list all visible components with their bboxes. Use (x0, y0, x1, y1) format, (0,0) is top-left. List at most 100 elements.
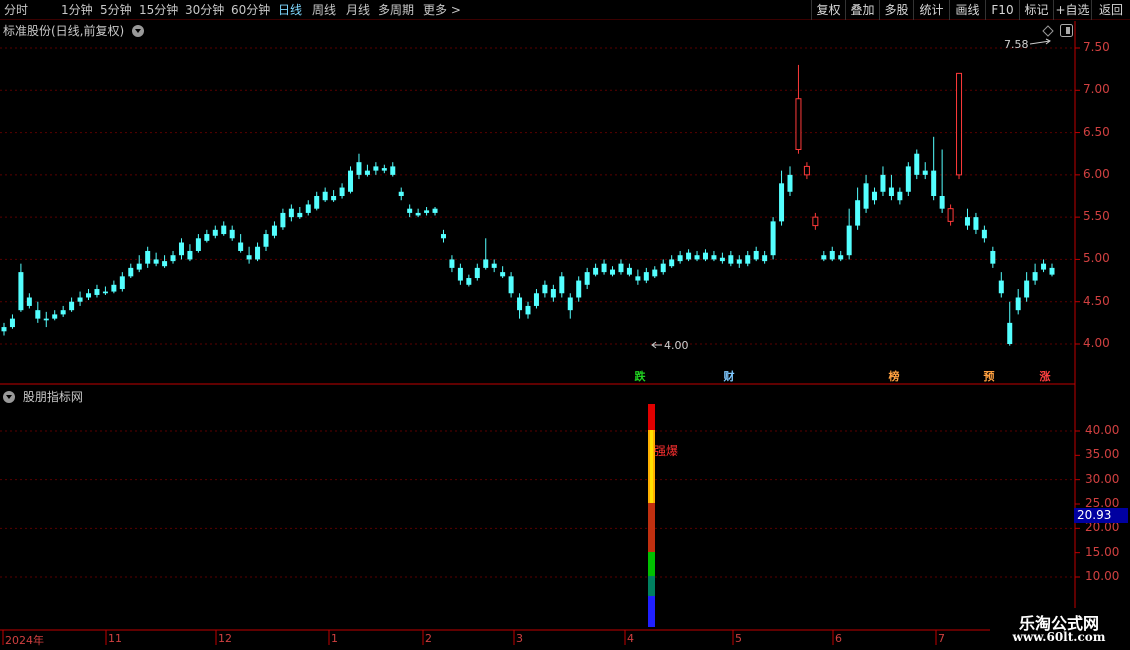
indicator-bar-segment (648, 552, 655, 576)
candle-body (998, 280, 1004, 294)
date-tick-label: 7 (938, 632, 945, 645)
candle-body (1007, 322, 1013, 344)
event-marker-finance[interactable]: 财 (722, 370, 736, 384)
candle-body (153, 259, 159, 264)
date-tick-label: 2024年 (5, 634, 44, 647)
candle-body (931, 170, 937, 196)
candle-body (694, 255, 700, 260)
candle-body (432, 208, 438, 213)
main-y-tick-label: 6.00 (1083, 166, 1110, 181)
indicator-bar-label: 强爆 (654, 444, 679, 458)
candle-body (398, 191, 404, 196)
candle-body (795, 98, 802, 150)
candle-body (1015, 297, 1021, 311)
candle-body (914, 153, 920, 175)
candle-body (111, 284, 117, 292)
date-tick-label: 2 (425, 632, 432, 645)
chevron-down-icon[interactable] (132, 25, 145, 37)
candle-body (212, 229, 218, 236)
candle-body (187, 250, 193, 260)
main-panel-title[interactable]: 标准股份(日线,前复权) (3, 22, 148, 39)
candle-body (1032, 272, 1038, 281)
candle-body (711, 255, 717, 260)
window-toggle-icon[interactable] (1060, 24, 1073, 37)
candle-body (508, 276, 514, 294)
candle-body (314, 196, 320, 209)
candle-body (373, 166, 379, 171)
candle-body (474, 267, 480, 279)
indicator-y-tick-label: 40.00 (1085, 423, 1120, 437)
event-marker-rise[interactable]: 涨 (1038, 370, 1052, 384)
candle-body (238, 242, 244, 251)
candle-body (846, 225, 852, 256)
candle-body (863, 183, 869, 209)
candle-body (770, 221, 776, 256)
date-tick-label: 11 (108, 632, 122, 645)
main-y-tick-label: 6.50 (1083, 124, 1110, 139)
candle-body (280, 212, 286, 228)
candle-body (973, 217, 979, 230)
candle-body (964, 217, 970, 226)
main-gridlines (0, 47, 1080, 345)
candle-body (178, 242, 184, 256)
candle-body (1049, 267, 1055, 275)
candle-body (803, 165, 810, 176)
indicator-y-tick-label: 35.00 (1085, 447, 1120, 462)
candle-body (255, 246, 261, 260)
event-marker-forecast[interactable]: 预 (982, 370, 996, 384)
candle-body (69, 301, 75, 311)
candle-body (440, 234, 446, 239)
indicator-bar (648, 404, 655, 627)
candle-body (618, 263, 624, 273)
main-y-tick-label: 4.00 (1083, 336, 1110, 350)
date-tick-label: 1 (331, 632, 338, 645)
candle-body (829, 250, 835, 260)
indicator-bar-segment (648, 503, 655, 552)
candle-body (652, 269, 658, 277)
diamond-icon[interactable] (1042, 25, 1054, 37)
candle-body (331, 196, 337, 201)
candle-body (390, 166, 396, 175)
main-y-tick-label: 4.50 (1083, 293, 1110, 308)
candle-body (677, 255, 683, 262)
candle-body (626, 267, 632, 275)
indicator-y-tick-label: 15.00 (1085, 544, 1120, 559)
candle-body (838, 255, 844, 260)
candle-body (246, 255, 252, 260)
candle-body (728, 255, 734, 264)
candle-body (145, 250, 151, 264)
candle-body (322, 191, 328, 201)
candle-body (753, 250, 759, 260)
candle-body (339, 187, 345, 196)
main-y-tick-label: 7.50 (1083, 40, 1110, 54)
date-tick-label: 6 (835, 632, 842, 645)
chart-grid (0, 21, 1080, 645)
event-marker-ranking[interactable]: 榜 (887, 370, 901, 384)
date-tick-label: 5 (735, 632, 742, 645)
date-tick-label: 3 (516, 632, 523, 645)
candle-body (204, 234, 210, 241)
candle-body (956, 72, 963, 176)
date-tick-label: 4 (627, 632, 634, 645)
candle-body (221, 225, 227, 235)
candle-body (643, 272, 649, 281)
stock-title-label: 标准股份(日线,前复权) (3, 24, 125, 38)
candle-body (94, 289, 100, 295)
candle-body (466, 278, 472, 285)
event-marker-drop[interactable]: 跌 (633, 370, 647, 384)
indicator-panel-title[interactable]: 股朋指标网 (3, 388, 83, 405)
candle-body (457, 267, 463, 281)
candle-body (491, 263, 497, 268)
indicator-bar-segment (648, 576, 655, 596)
candle-body (812, 216, 819, 227)
candle-body (905, 166, 911, 192)
candle-body (26, 297, 32, 306)
candle-body (60, 310, 66, 315)
low-price-label: 4.00 (664, 339, 689, 352)
candle-body (736, 259, 742, 264)
chevron-down-icon[interactable] (3, 391, 15, 403)
candle-body (500, 272, 506, 277)
indicator-title-label: 股朋指标网 (22, 390, 83, 404)
indicator-gridlines (0, 430, 1080, 578)
candle-body (559, 276, 565, 294)
